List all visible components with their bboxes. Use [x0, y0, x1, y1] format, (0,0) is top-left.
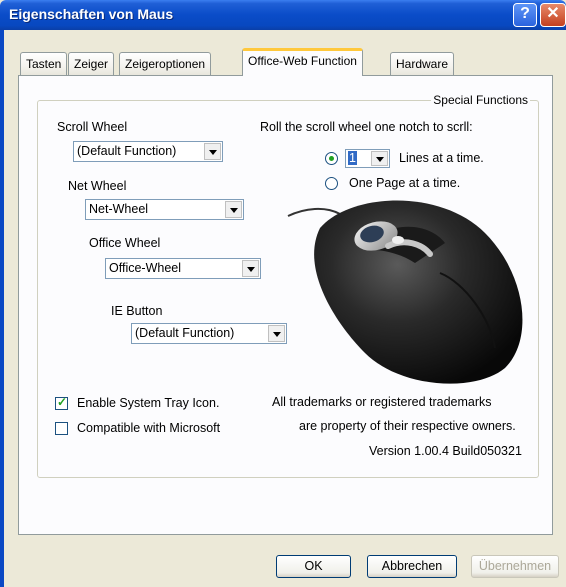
scroll-wheel-select[interactable]: (Default Function) [73, 141, 223, 162]
tab-tasten[interactable]: Tasten [20, 52, 68, 75]
office-wheel-value: Office-Wheel [109, 261, 182, 275]
net-wheel-label: Net Wheel [68, 179, 127, 193]
system-tray-label: Enable System Tray Icon. [77, 396, 220, 410]
mouse-properties-window: Eigenschaften von Maus ? ✕ Tasten Zeiger… [0, 0, 566, 587]
ie-button-value: (Default Function) [135, 326, 235, 340]
apply-button[interactable]: Übernehmen [471, 555, 559, 578]
cancel-button[interactable]: Abbrechen [367, 555, 457, 578]
ie-button-select[interactable]: (Default Function) [131, 323, 287, 344]
chevron-down-icon[interactable] [225, 201, 242, 218]
scroll-wheel-value: (Default Function) [77, 144, 177, 158]
system-tray-checkbox[interactable] [55, 395, 68, 410]
help-icon: ? [520, 5, 530, 22]
ie-button-label: IE Button [111, 304, 163, 318]
group-title: Special Functions [431, 93, 530, 107]
close-button[interactable]: ✕ [540, 3, 566, 27]
mouse-image [287, 200, 523, 384]
trademark-line1: All trademarks or registered trademarks [272, 395, 492, 409]
office-wheel-label: Office Wheel [89, 236, 161, 250]
tab-office-web-function[interactable]: Office-Web Function [242, 48, 363, 76]
window-border [0, 30, 4, 587]
net-wheel-value: Net-Wheel [89, 202, 149, 216]
help-button[interactable]: ? [513, 3, 537, 27]
close-icon: ✕ [546, 5, 560, 22]
title-bar[interactable]: Eigenschaften von Maus ? ✕ [0, 0, 566, 30]
tab-zeigeroptionen[interactable]: Zeigeroptionen [119, 52, 212, 75]
trademark-line2: are property of their respective owners. [299, 419, 516, 433]
window-title: Eigenschaften von Maus [9, 6, 174, 22]
office-wheel-select[interactable]: Office-Wheel [105, 258, 261, 279]
chevron-down-icon[interactable] [204, 143, 221, 160]
compatible-label: Compatible with Microsoft [77, 421, 221, 435]
version-text: Version 1.00.4 Build050321 [369, 444, 522, 458]
chevron-down-icon[interactable] [371, 151, 388, 166]
lines-radio[interactable] [325, 152, 338, 165]
lines-label: Lines at a time. [399, 151, 484, 165]
tab-zeiger[interactable]: Zeiger [68, 52, 115, 75]
scroll-wheel-label: Scroll Wheel [57, 120, 128, 134]
chevron-down-icon[interactable] [242, 260, 259, 277]
compatible-checkbox[interactable] [55, 422, 68, 435]
roll-label: Roll the scroll wheel one notch to scrll… [260, 120, 473, 134]
ok-button[interactable]: OK [276, 555, 351, 578]
net-wheel-select[interactable]: Net-Wheel [85, 199, 244, 220]
lines-select[interactable]: 1 [345, 149, 390, 168]
lines-value: 1 [348, 151, 357, 165]
tab-hardware[interactable]: Hardware [390, 52, 455, 75]
